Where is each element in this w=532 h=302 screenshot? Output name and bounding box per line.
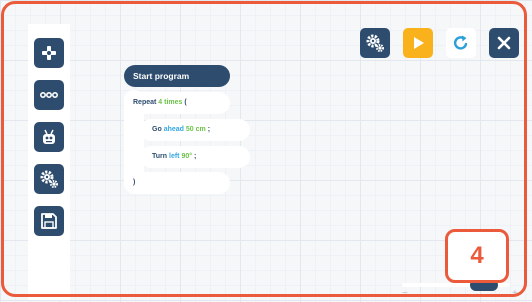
step-number: 4 bbox=[470, 242, 484, 269]
zoom-in-label[interactable]: + bbox=[512, 289, 518, 299]
start-program-block[interactable]: Start program bbox=[124, 65, 230, 87]
repeat-unit: times bbox=[164, 99, 183, 106]
reset-button[interactable] bbox=[446, 28, 476, 58]
start-program-label: Start program bbox=[133, 71, 190, 81]
turn-direction[interactable]: left bbox=[169, 153, 180, 160]
repeat-open-paren: ( bbox=[184, 99, 187, 106]
repeat-block[interactable]: Repeat 4 times ( bbox=[124, 92, 230, 114]
sidebar-item-controller[interactable] bbox=[34, 38, 64, 68]
gamepad-icon bbox=[42, 46, 56, 60]
zoom-out-label[interactable]: − bbox=[402, 289, 408, 299]
go-direction[interactable]: ahead bbox=[164, 126, 184, 133]
sidebar-item-robot[interactable] bbox=[34, 122, 64, 152]
turn-angle[interactable]: 90° bbox=[181, 153, 192, 160]
close-button[interactable] bbox=[489, 28, 519, 58]
play-button[interactable] bbox=[403, 28, 433, 58]
step-number-badge: 4 bbox=[445, 229, 509, 283]
repeat-keyword: Repeat bbox=[133, 99, 157, 106]
repeat-close-block: ) bbox=[124, 172, 230, 194]
play-icon bbox=[414, 37, 424, 49]
settings-button[interactable] bbox=[360, 28, 390, 58]
refresh-icon bbox=[453, 35, 468, 50]
ellipsis-icon bbox=[39, 92, 59, 99]
save-icon bbox=[41, 213, 57, 229]
go-end: ; bbox=[207, 126, 211, 133]
gears-icon bbox=[366, 34, 384, 52]
sidebar-item-save[interactable] bbox=[34, 206, 64, 236]
close-icon bbox=[497, 36, 511, 50]
robot-icon bbox=[43, 129, 55, 144]
sidebar-item-settings[interactable] bbox=[34, 164, 64, 194]
turn-end: ; bbox=[194, 153, 197, 160]
go-ahead-block[interactable]: Go ahead 50 cm ; bbox=[140, 119, 250, 141]
turn-left-block[interactable]: Turn left 90° ; bbox=[140, 146, 250, 168]
sidebar-item-more[interactable] bbox=[34, 80, 64, 110]
gears-icon bbox=[40, 170, 58, 188]
repeat-count[interactable]: 4 bbox=[158, 99, 162, 106]
repeat-close-paren: ) bbox=[133, 179, 136, 186]
go-distance[interactable]: 50 cm bbox=[186, 126, 206, 133]
sidebar bbox=[28, 24, 70, 300]
go-keyword: Go bbox=[152, 126, 162, 133]
turn-keyword: Turn bbox=[152, 153, 168, 160]
